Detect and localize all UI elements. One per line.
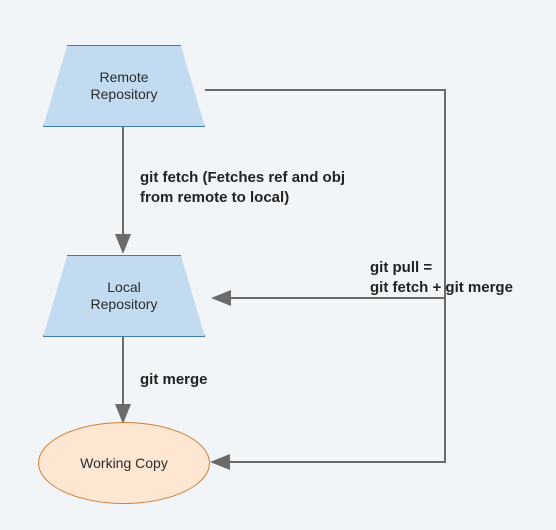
label-git-pull: git pull =git fetch + git merge bbox=[370, 258, 513, 299]
node-local-repository: LocalRepository bbox=[43, 255, 205, 337]
label-git-merge: git merge bbox=[140, 370, 208, 390]
node-local-label: LocalRepository bbox=[83, 279, 166, 314]
label-git-fetch: git fetch (Fetches ref and objfrom remot… bbox=[140, 168, 345, 209]
node-remote-repository: RemoteRepository bbox=[43, 45, 205, 127]
node-remote-label: RemoteRepository bbox=[83, 69, 166, 104]
node-working-label: Working Copy bbox=[80, 455, 168, 471]
node-working-copy: Working Copy bbox=[38, 422, 210, 504]
diagram-canvas: RemoteRepository LocalRepository Working… bbox=[0, 0, 556, 530]
